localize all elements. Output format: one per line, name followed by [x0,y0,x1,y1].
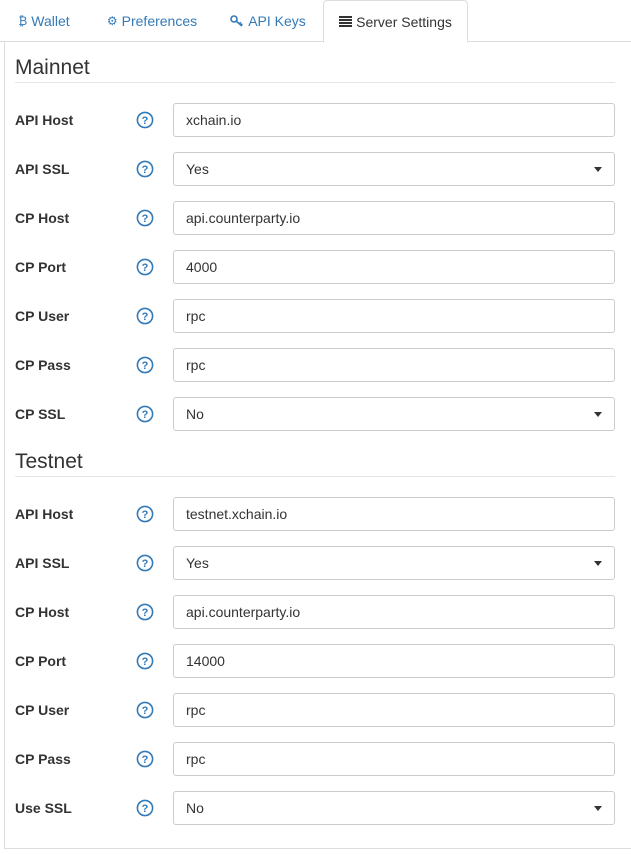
help-icon[interactable]: ? [136,750,154,768]
mainnet-api-host-input[interactable]: xchain.io [173,103,615,137]
help-icon[interactable]: ? [136,652,154,670]
server-list-icon [339,16,353,27]
caret-down-icon [594,412,602,417]
help-icon[interactable]: ? [136,701,154,719]
svg-text:?: ? [142,164,149,176]
mainnet-api-ssl-value: Yes [186,161,209,177]
testnet-cp-host-label: CP Host [15,604,70,620]
testnet-api-ssl-select[interactable]: Yes [173,546,615,580]
testnet-cp-pass-value: rpc [186,751,206,767]
testnet-divider [15,476,615,477]
testnet-cp-host-value: api.counterparty.io [186,604,301,620]
help-icon[interactable]: ? [136,356,154,374]
caret-down-icon [594,167,602,172]
testnet-use-ssl-value: No [186,800,204,816]
mainnet-cp-pass-input[interactable]: rpc [173,348,615,382]
testnet-cp-port-input[interactable]: 14000 [173,644,615,678]
mainnet-api-ssl-select[interactable]: Yes [173,152,615,186]
help-icon[interactable]: ? [136,603,154,621]
testnet-cp-user-input[interactable]: rpc [173,693,615,727]
key-icon [230,15,244,27]
mainnet-cp-pass-value: rpc [186,357,206,373]
help-icon[interactable]: ? [136,505,154,523]
testnet-cp-port-value: 14000 [186,653,225,669]
mainnet-heading: Mainnet [15,56,90,79]
mainnet-cp-host-input[interactable]: api.counterparty.io [173,201,615,235]
mainnet-api-ssl-label: API SSL [15,161,70,177]
svg-text:?: ? [142,803,149,815]
testnet-api-host-label: API Host [15,506,74,522]
testnet-api-ssl-value: Yes [186,555,209,571]
svg-text:?: ? [142,360,149,372]
testnet-api-host-input[interactable]: testnet.xchain.io [173,497,615,531]
mainnet-cp-ssl-select[interactable]: No [173,397,615,431]
mainnet-cp-ssl-label: CP SSL [15,406,66,422]
testnet-cp-pass-input[interactable]: rpc [173,742,615,776]
svg-text:?: ? [142,262,149,274]
svg-text:?: ? [142,409,149,421]
tab-api-keys-label: API Keys [248,13,306,29]
testnet-cp-user-value: rpc [186,702,206,718]
testnet-heading: Testnet [15,450,83,473]
tab-server-settings[interactable]: Server Settings [323,0,468,43]
svg-text:?: ? [142,213,149,225]
help-icon[interactable]: ? [136,307,154,325]
testnet-cp-port-label: CP Port [15,653,67,669]
mainnet-cp-user-input[interactable]: rpc [173,299,615,333]
testnet-api-ssl-label: API SSL [15,555,70,571]
mainnet-cp-port-label: CP Port [15,259,67,275]
help-icon[interactable]: ? [136,160,154,178]
tab-server-settings-label: Server Settings [356,13,452,30]
help-icon[interactable]: ? [136,405,154,423]
tab-api-keys[interactable]: API Keys [222,0,314,42]
mainnet-api-host-value: xchain.io [186,112,242,128]
tab-wallet-label: Wallet [31,13,70,29]
help-icon[interactable]: ? [136,799,154,817]
mainnet-cp-port-input[interactable]: 4000 [173,250,615,284]
svg-text:?: ? [142,311,149,323]
mainnet-cp-ssl-value: No [186,406,204,422]
testnet-cp-user-label: CP User [15,702,70,718]
mainnet-cp-port-value: 4000 [186,259,218,275]
svg-text:?: ? [142,656,149,668]
help-icon[interactable]: ? [136,554,154,572]
gear-icon: ⚙ [106,14,118,28]
tab-wallet[interactable]: ₿ Wallet [8,0,80,42]
mainnet-divider [15,82,615,83]
testnet-api-host-value: testnet.xchain.io [186,506,288,522]
mainnet-api-host-label: API Host [15,112,74,128]
settings-tabs: ₿ Wallet ⚙ Preferences API Keys Server S… [0,0,631,43]
tab-preferences[interactable]: ⚙ Preferences [97,0,207,42]
testnet-cp-host-input[interactable]: api.counterparty.io [173,595,615,629]
mainnet-cp-user-value: rpc [186,308,206,324]
caret-down-icon [594,806,602,811]
help-icon[interactable]: ? [136,209,154,227]
svg-text:?: ? [142,509,149,521]
svg-text:?: ? [142,115,149,127]
caret-down-icon [594,561,602,566]
svg-text:?: ? [142,705,149,717]
svg-text:?: ? [142,558,149,570]
bitcoin-icon: ₿ [18,14,28,28]
testnet-cp-pass-label: CP Pass [15,751,71,767]
mainnet-cp-pass-label: CP Pass [15,357,71,373]
svg-text:?: ? [142,607,149,619]
testnet-use-ssl-select[interactable]: No [173,791,615,825]
help-icon[interactable]: ? [136,258,154,276]
help-icon[interactable]: ? [136,111,154,129]
mainnet-cp-host-value: api.counterparty.io [186,210,301,226]
mainnet-cp-host-label: CP Host [15,210,70,226]
svg-text:?: ? [142,754,149,766]
tab-preferences-label: Preferences [121,13,198,29]
mainnet-cp-user-label: CP User [15,308,70,324]
testnet-use-ssl-label: Use SSL [15,800,72,816]
